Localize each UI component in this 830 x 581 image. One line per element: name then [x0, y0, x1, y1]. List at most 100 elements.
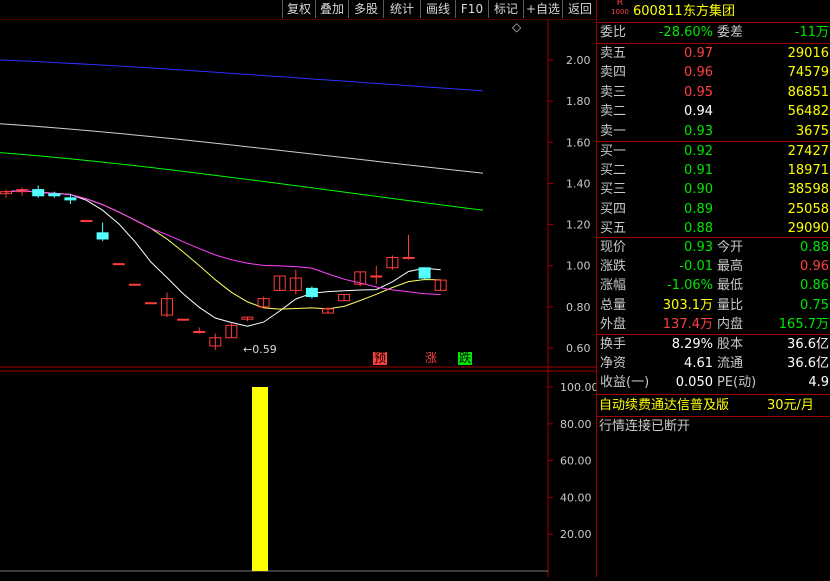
stat-label: 总量 — [600, 297, 627, 313]
back-button[interactable]: 返回 — [562, 0, 597, 18]
kline-chart[interactable]: 2.00 1.80 1.60 1.40 1.20 1.00 0.80 0.60 100.00 80… — [0, 0, 599, 577]
stat-label: 涨跌 — [600, 259, 627, 275]
marker-yu[interactable]: 预 — [373, 352, 388, 365]
ask-level-label: 卖一 — [600, 123, 627, 139]
marker-zhang[interactable]: 涨 — [425, 352, 437, 365]
stat-row: 外盘 137.4万 内盘 165.7万 — [597, 315, 830, 334]
bid-row[interactable]: 买一 0.92 27427 — [597, 142, 830, 161]
ask-row[interactable]: 卖四 0.96 74579 — [597, 63, 830, 82]
fund-value: 36.6亿 — [787, 356, 829, 372]
chart-area[interactable]: 2.00 1.80 1.60 1.40 1.20 1.00 0.80 0.60 100.00 80… — [0, 0, 599, 577]
stat-value: 0.88 — [800, 240, 829, 255]
stat-value: -0.01 — [679, 259, 713, 275]
overlay-button[interactable]: 叠加 — [315, 0, 348, 18]
bid-row[interactable]: 买四 0.89 25058 — [597, 200, 830, 219]
multi-stock-button[interactable]: 多股 — [348, 0, 383, 18]
stat-label: 涨幅 — [600, 278, 627, 294]
ask-row[interactable]: 卖五 0.97 29016 — [597, 44, 830, 63]
ad-price[interactable]: 30元/月 — [767, 396, 814, 415]
add-watchlist-button[interactable]: +自选 — [523, 0, 562, 18]
volume-axis-label: 20.00 — [560, 528, 592, 541]
bid-level-label: 买二 — [600, 163, 627, 179]
ask-level-label: 卖四 — [600, 65, 627, 81]
bid-row[interactable]: 买二 0.91 18971 — [597, 161, 830, 180]
ask-price: 0.93 — [684, 123, 713, 139]
bid-row[interactable]: 买三 0.90 38598 — [597, 180, 830, 199]
volume-axis-label: 60.00 — [560, 455, 592, 468]
stat-row: 涨跌 -0.01 最高 0.96 — [597, 257, 830, 276]
bid-row[interactable]: 买五 0.88 29090 — [597, 219, 830, 238]
stat-label: 内盘 — [717, 316, 744, 332]
ask-volume: 56482 — [787, 104, 829, 120]
candle-body-down — [64, 197, 77, 201]
fund-value: 8.29% — [671, 337, 713, 352]
draw-line-button[interactable]: 画线 — [420, 0, 455, 18]
stat-value: 303.1万 — [662, 297, 713, 313]
weibi-value: -28.60% — [658, 25, 713, 40]
weicha-label: 委差 — [717, 25, 744, 40]
stat-value: -1.06% — [667, 278, 713, 294]
f10-button[interactable]: F10 — [455, 0, 488, 18]
ma-line-long — [0, 123, 484, 174]
ask-price: 0.94 — [684, 104, 713, 120]
candle-body-up — [144, 302, 157, 305]
bid-volume: 29090 — [787, 220, 829, 236]
ask-volume: 74579 — [787, 65, 829, 81]
bid-level-label: 买三 — [600, 182, 627, 198]
candle-body-down — [48, 193, 61, 197]
fund-value: 4.9 — [808, 375, 829, 391]
connection-status: 行情连接已断开 — [597, 417, 830, 436]
bid-volume: 25058 — [787, 201, 829, 217]
candle-body-down — [305, 287, 318, 298]
fuquan-button[interactable]: 复权 — [282, 0, 315, 18]
bid-level-label: 买五 — [600, 220, 627, 236]
price-axis-label: 1.00 — [566, 260, 591, 273]
price-axis-label: 2.00 — [566, 54, 591, 67]
ad-banner[interactable]: 自动续费通达信普及版 30元/月 — [597, 396, 830, 415]
ask-row[interactable]: 卖一 0.93 3675 — [597, 122, 830, 141]
stat-value: 165.7万 — [778, 316, 829, 332]
price-axis-label: 0.80 — [566, 301, 591, 314]
stock-badge: R 1000 — [611, 0, 629, 16]
fund-label: 收益(一) — [600, 375, 650, 391]
stat-label: 今开 — [717, 240, 744, 255]
fund-row: 换手 8.29% 股本 36.6亿 — [597, 335, 830, 354]
ask-price: 0.96 — [684, 65, 713, 81]
ask-level-label: 卖五 — [600, 46, 627, 61]
ask-volume: 3675 — [795, 123, 829, 139]
ask-volume: 29016 — [787, 46, 829, 61]
ask-level-label: 卖三 — [600, 84, 627, 100]
bid-volume: 27427 — [787, 144, 829, 159]
ask-row[interactable]: 卖二 0.94 56482 — [597, 102, 830, 121]
fund-value: 0.050 — [675, 375, 713, 391]
weibi-label: 委比 — [600, 25, 627, 40]
ma-line — [5, 190, 441, 327]
mark-button[interactable]: 标记 — [488, 0, 523, 18]
bid-volume: 38598 — [787, 182, 829, 198]
low-price-label: ←0.59 — [243, 343, 277, 356]
bid-price: 0.91 — [684, 163, 713, 179]
ask-price: 0.95 — [684, 84, 713, 100]
volume-axis-label: 40.00 — [560, 491, 592, 504]
quote-panel: R 1000 600811 东方集团 委比 -28.60% 委差 -11万 卖五… — [596, 0, 830, 577]
candle-body-up — [193, 331, 206, 334]
marker-die[interactable]: 跌 — [458, 352, 473, 365]
price-axis-label: 1.60 — [566, 136, 591, 149]
stat-value: 137.4万 — [662, 316, 713, 332]
candle-body-down — [418, 267, 431, 279]
candle-body-up — [112, 263, 125, 266]
statistics-button[interactable]: 统计 — [383, 0, 420, 18]
bid-price: 0.90 — [684, 182, 713, 198]
ad-text[interactable]: 自动续费通达信普及版 — [599, 396, 729, 415]
fund-row: 收益(一) 0.050 PE(动) 4.9 — [597, 373, 830, 392]
stock-header: R 1000 600811 东方集团 — [597, 0, 830, 22]
candle-body-up — [177, 318, 190, 321]
ma-line — [5, 190, 441, 295]
bid-price: 0.88 — [684, 220, 713, 236]
stock-code: 600811 — [633, 4, 683, 19]
candle-body-down — [32, 189, 45, 197]
volume-bar — [252, 387, 268, 571]
price-axis-label: 0.60 — [566, 342, 591, 355]
diamond-icon[interactable]: ◇ — [512, 20, 521, 34]
ask-row[interactable]: 卖三 0.95 86851 — [597, 83, 830, 102]
